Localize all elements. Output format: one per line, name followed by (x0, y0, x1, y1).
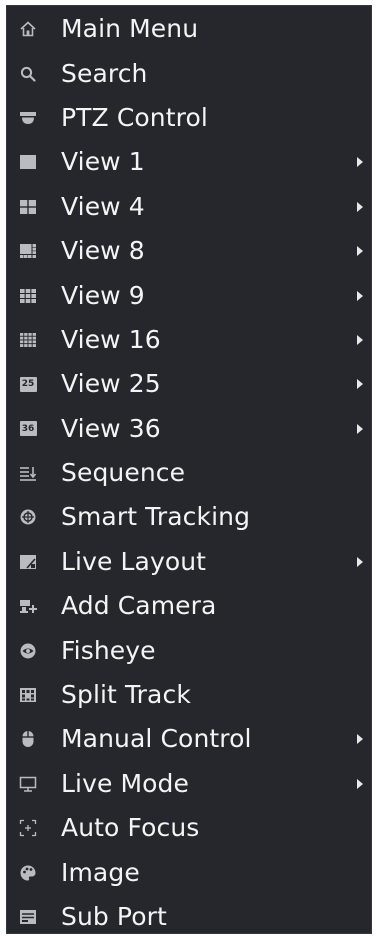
split-track-icon (19, 686, 37, 704)
menu-item-label: View 36 (61, 413, 161, 443)
menu-item-label: View 1 (61, 147, 145, 177)
menu-item-add-camera[interactable]: Add Camera (7, 584, 371, 628)
search-icon (19, 65, 37, 83)
auto-focus-icon (19, 819, 37, 837)
menu-item-live-mode[interactable]: Live Mode (7, 762, 371, 806)
home-icon (19, 20, 37, 38)
menu-item-auto-focus[interactable]: Auto Focus (7, 806, 371, 850)
view-25-icon-text: 25 (19, 376, 37, 392)
menu-item-label: View 16 (61, 324, 161, 354)
menu-item-image[interactable]: Image (7, 850, 371, 894)
menu-item-label: Smart Tracking (61, 502, 251, 532)
menu-item-view-36[interactable]: 36 View 36 (7, 407, 371, 451)
menu-item-label: Auto Focus (61, 813, 200, 843)
submenu-arrow-icon (357, 379, 363, 390)
menu-item-label: Split Track (61, 679, 191, 709)
menu-item-view-1[interactable]: View 1 (7, 140, 371, 184)
view-36-icon-text: 36 (19, 421, 37, 437)
menu-item-view-9[interactable]: View 9 (7, 273, 371, 317)
menu-item-sequence[interactable]: Sequence (7, 451, 371, 495)
menu-item-label: View 8 (61, 236, 145, 266)
live-layout-icon (19, 553, 37, 571)
menu-item-label: Sub Port (61, 901, 167, 931)
menu-item-label: View 4 (61, 191, 145, 221)
menu-item-view-8[interactable]: View 8 (7, 229, 371, 273)
menu-item-label: Add Camera (61, 591, 217, 621)
submenu-arrow-icon (357, 778, 363, 789)
submenu-arrow-icon (357, 334, 363, 345)
submenu-arrow-icon (357, 734, 363, 745)
menu-item-smart-tracking[interactable]: Smart Tracking (7, 495, 371, 539)
submenu-arrow-icon (357, 556, 363, 567)
menu-item-label: PTZ Control (61, 102, 208, 132)
menu-item-label: Image (61, 857, 140, 887)
live-context-menu: Main Menu Search PTZ Control View 1 View… (6, 5, 372, 934)
menu-item-label: View 9 (61, 280, 145, 310)
menu-item-view-25[interactable]: 25 View 25 (7, 362, 371, 406)
image-palette-icon (19, 864, 37, 882)
menu-item-label: Sequence (61, 458, 186, 488)
view-4-icon (19, 198, 37, 216)
submenu-arrow-icon (357, 201, 363, 212)
menu-item-fisheye[interactable]: Fisheye (7, 628, 371, 672)
submenu-arrow-icon (357, 423, 363, 434)
monitor-icon (19, 775, 37, 793)
sequence-icon (19, 464, 37, 482)
sub-port-icon (19, 908, 37, 926)
menu-item-label: Search (61, 58, 148, 88)
menu-item-view-4[interactable]: View 4 (7, 185, 371, 229)
menu-item-label: Manual Control (61, 724, 252, 754)
submenu-arrow-icon (357, 246, 363, 257)
submenu-arrow-icon (357, 157, 363, 168)
view-25-icon: 25 (19, 375, 37, 393)
menu-item-ptz-control[interactable]: PTZ Control (7, 96, 371, 140)
add-camera-icon (19, 597, 37, 615)
menu-item-label: Main Menu (61, 14, 199, 44)
fisheye-icon (19, 642, 37, 660)
menu-item-manual-control[interactable]: Manual Control (7, 717, 371, 761)
menu-item-split-track[interactable]: Split Track (7, 673, 371, 717)
menu-item-sub-port[interactable]: Sub Port (7, 895, 371, 939)
menu-item-view-16[interactable]: View 16 (7, 318, 371, 362)
view-16-icon (19, 331, 37, 349)
view-8-icon (19, 242, 37, 260)
menu-item-label: View 25 (61, 369, 161, 399)
menu-item-label: Live Layout (61, 546, 207, 576)
submenu-arrow-icon (357, 290, 363, 301)
view-1-icon (19, 153, 37, 171)
dome-camera-icon (19, 109, 37, 127)
menu-item-label: Live Mode (61, 768, 190, 798)
menu-item-search[interactable]: Search (7, 51, 371, 95)
view-36-icon: 36 (19, 420, 37, 438)
menu-item-label: Fisheye (61, 635, 156, 665)
view-9-icon (19, 287, 37, 305)
mouse-icon (19, 730, 37, 748)
smart-tracking-icon (19, 508, 37, 526)
menu-item-live-layout[interactable]: Live Layout (7, 540, 371, 584)
menu-item-main-menu[interactable]: Main Menu (7, 7, 371, 51)
